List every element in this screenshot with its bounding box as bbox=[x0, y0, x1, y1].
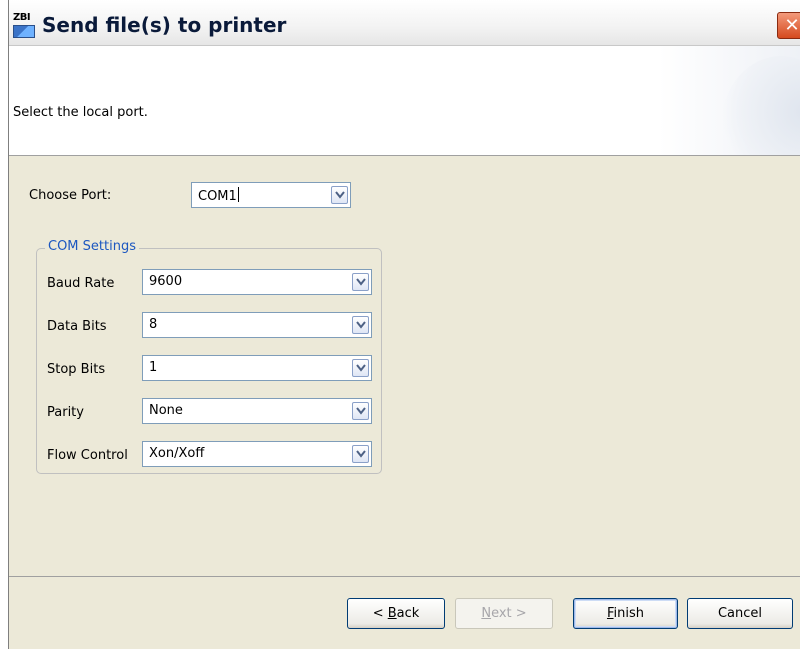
parity-value: None bbox=[149, 403, 183, 418]
header-decoration bbox=[721, 56, 800, 155]
close-button[interactable]: ✕ bbox=[777, 12, 800, 39]
next-button-mnemonic: N bbox=[481, 606, 492, 621]
chevron-down-icon[interactable] bbox=[352, 445, 369, 463]
chevron-down-icon[interactable] bbox=[352, 316, 369, 334]
chevron-down-icon[interactable] bbox=[352, 273, 369, 291]
flow-control-combobox[interactable]: Xon/Xoff bbox=[142, 441, 372, 467]
zbi-app-icon: ZBI bbox=[13, 12, 37, 38]
back-button-rest: ack bbox=[396, 606, 420, 621]
stop-bits-combobox[interactable]: 1 bbox=[142, 355, 372, 381]
chevron-down-icon[interactable] bbox=[331, 186, 348, 204]
zbi-icon-mark bbox=[13, 25, 35, 38]
baud-rate-label: Baud Rate bbox=[47, 276, 115, 291]
parity-combobox[interactable]: None bbox=[142, 398, 372, 424]
stop-bits-label: Stop Bits bbox=[47, 362, 106, 377]
finish-button[interactable]: Finish bbox=[573, 598, 678, 629]
close-icon: ✕ bbox=[784, 15, 800, 36]
cancel-button[interactable]: Cancel bbox=[687, 598, 793, 629]
zbi-icon-text: ZBI bbox=[13, 12, 31, 23]
next-button[interactable]: Next > bbox=[455, 598, 553, 629]
flow-control-value: Xon/Xoff bbox=[149, 446, 205, 461]
parity-label: Parity bbox=[47, 405, 84, 420]
next-button-rest: ext > bbox=[491, 606, 527, 621]
choose-port-label: Choose Port: bbox=[29, 188, 112, 203]
instruction-text: Select the local port. bbox=[13, 105, 148, 120]
baud-rate-value: 9600 bbox=[149, 274, 183, 289]
back-button-prefix: < bbox=[372, 606, 388, 621]
text-caret bbox=[237, 187, 239, 202]
button-bar: < Back Next > Finish Cancel bbox=[9, 576, 800, 649]
finish-button-rest: inish bbox=[613, 606, 645, 621]
com-settings-legend: COM Settings bbox=[45, 239, 139, 254]
wizard-header: Select the local port. bbox=[9, 46, 800, 156]
window-title: Send file(s) to printer bbox=[42, 13, 287, 37]
baud-rate-combobox[interactable]: 9600 bbox=[142, 269, 372, 295]
chevron-down-icon[interactable] bbox=[352, 359, 369, 377]
choose-port-combobox[interactable]: COM1 bbox=[191, 182, 351, 208]
data-bits-combobox[interactable]: 8 bbox=[142, 312, 372, 338]
send-files-dialog: ZBI Send file(s) to printer ✕ Select the… bbox=[8, 0, 800, 649]
data-bits-label: Data Bits bbox=[47, 319, 107, 334]
chevron-down-icon[interactable] bbox=[352, 402, 369, 420]
stop-bits-value: 1 bbox=[149, 360, 158, 375]
back-button-mnemonic: B bbox=[387, 606, 397, 621]
data-bits-value: 8 bbox=[149, 317, 158, 332]
flow-control-label: Flow Control bbox=[47, 448, 128, 463]
back-button[interactable]: < Back bbox=[347, 598, 445, 629]
title-bar[interactable]: ZBI Send file(s) to printer ✕ bbox=[9, 0, 800, 46]
choose-port-value: COM1 bbox=[198, 187, 239, 204]
